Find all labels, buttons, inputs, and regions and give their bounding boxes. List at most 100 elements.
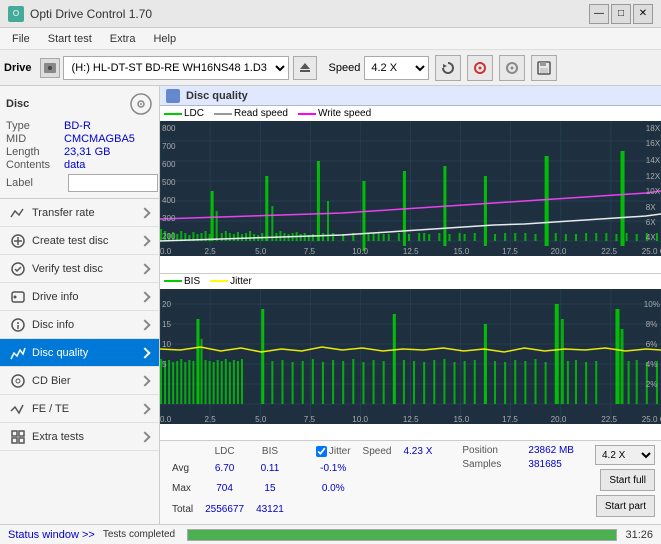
svg-text:16X: 16X	[646, 139, 661, 148]
sidebar-item-fe-te[interactable]: FE / TE	[0, 395, 159, 423]
bis-legend-label: BIS	[184, 276, 200, 287]
svg-text:15.0: 15.0	[454, 415, 470, 424]
nav-arrow	[139, 347, 150, 358]
verify-test-disc-icon	[10, 261, 26, 277]
save-button[interactable]	[531, 55, 557, 81]
svg-text:600: 600	[162, 160, 176, 169]
total-ldc: 2556677	[199, 499, 250, 520]
length-value: 23,31 GB	[64, 146, 110, 158]
sidebar-item-drive-info[interactable]: Drive info	[0, 283, 159, 311]
menu-help[interactable]: Help	[145, 31, 184, 47]
svg-text:20.0: 20.0	[551, 415, 567, 424]
svg-text:8X: 8X	[646, 203, 657, 212]
svg-text:18X: 18X	[646, 124, 661, 133]
menu-start-test[interactable]: Start test	[40, 31, 100, 47]
stats-row-max: Max 704 15 0.0%	[166, 479, 438, 500]
refresh-button[interactable]	[435, 55, 461, 81]
minimize-button[interactable]: —	[589, 4, 609, 24]
transfer-rate-icon	[10, 205, 26, 221]
svg-text:10X: 10X	[646, 187, 661, 196]
col-speed-header: Speed	[357, 445, 398, 458]
nav-label: Transfer rate	[32, 207, 95, 219]
cd-bier-icon	[10, 373, 26, 389]
disc-panel: Disc Type BD-R MID CMCMAGBA5 Length 23,3…	[0, 86, 159, 199]
drive-select[interactable]: (H:) HL-DT-ST BD-RE WH16NS48 1.D3	[63, 56, 289, 80]
avg-label: Avg	[166, 458, 199, 479]
sidebar-item-verify-test-disc[interactable]: Verify test disc	[0, 255, 159, 283]
completed-text: Tests completed	[103, 529, 179, 540]
total-empty	[290, 499, 310, 520]
svg-text:17.5: 17.5	[502, 247, 518, 256]
sidebar-item-disc-quality[interactable]: Disc quality	[0, 339, 159, 367]
nav-label: FE / TE	[32, 403, 69, 415]
svg-text:0.0: 0.0	[160, 247, 172, 256]
test-speed-select[interactable]: 4.2 XMax	[595, 445, 655, 465]
svg-text:12.5: 12.5	[403, 415, 419, 424]
upper-legend: LDC Read speed Write speed	[160, 106, 661, 121]
nav-arrow	[139, 263, 150, 274]
speed-label: Speed	[329, 62, 361, 74]
svg-text:400: 400	[162, 196, 176, 205]
status-window-button[interactable]: Status window >>	[0, 528, 103, 542]
nav-arrow	[139, 431, 150, 442]
avg-jitter: -0.1%	[310, 458, 357, 479]
svg-text:700: 700	[162, 142, 176, 151]
max-ldc: 704	[199, 479, 250, 500]
upper-chart: LDC Read speed Write speed	[160, 106, 661, 274]
lower-legend: BIS Jitter	[160, 274, 661, 289]
svg-text:12.5: 12.5	[403, 247, 419, 256]
menu-file[interactable]: File	[4, 31, 38, 47]
lower-chart: BIS Jitter	[160, 274, 661, 441]
sidebar-item-transfer-rate[interactable]: Transfer rate	[0, 199, 159, 227]
disc-label-input[interactable]	[68, 174, 158, 192]
svg-text:300: 300	[162, 214, 176, 223]
disc-panel-icon	[129, 92, 153, 116]
nav-label: Drive info	[32, 291, 78, 303]
charts-area: LDC Read speed Write speed	[160, 106, 661, 440]
svg-text:500: 500	[162, 178, 176, 187]
drive-info-icon	[10, 289, 26, 305]
svg-text:25.0 GB: 25.0 GB	[642, 247, 661, 256]
svg-text:4%: 4%	[646, 360, 658, 369]
contents-value: data	[64, 159, 85, 171]
start-full-button[interactable]: Start full	[600, 469, 655, 491]
speed-select[interactable]: 4.2 XMax8 X	[364, 56, 429, 80]
start-part-button[interactable]: Start part	[596, 495, 655, 517]
app-icon: O	[8, 6, 24, 22]
nav-label: Disc quality	[32, 347, 88, 359]
svg-text:14X: 14X	[646, 156, 661, 165]
col-speed-val: 4.23 X	[397, 445, 438, 458]
nav-label: Create test disc	[32, 235, 108, 247]
col-empty-header	[290, 445, 310, 458]
jitter-checkbox[interactable]	[316, 446, 327, 457]
svg-text:5.0: 5.0	[255, 247, 267, 256]
nav-arrow	[139, 235, 150, 246]
erase-button[interactable]	[499, 55, 525, 81]
ldc-legend-label: LDC	[184, 108, 204, 119]
close-button[interactable]: ✕	[633, 4, 653, 24]
total-jitter	[310, 499, 357, 520]
svg-text:10: 10	[162, 340, 172, 349]
svg-text:2.5: 2.5	[205, 247, 217, 256]
max-bis: 15	[250, 479, 290, 500]
svg-text:20: 20	[162, 300, 172, 309]
sidebar-item-extra-tests[interactable]: Extra tests	[0, 423, 159, 451]
max-jitter: 0.0%	[310, 479, 357, 500]
fe-te-icon	[10, 401, 26, 417]
content-area: Disc quality LDC Read speed Wri	[160, 86, 661, 524]
disc-button[interactable]	[467, 55, 493, 81]
sidebar-item-disc-info[interactable]: Disc info	[0, 311, 159, 339]
svg-text:200: 200	[162, 232, 176, 241]
read-speed-legend-label: Read speed	[234, 108, 288, 119]
drive-icon	[40, 58, 60, 78]
length-label: Length	[6, 146, 64, 158]
sidebar-item-cd-bier[interactable]: CD Bier	[0, 367, 159, 395]
status-time: 31:26	[625, 529, 661, 541]
svg-text:22.5: 22.5	[601, 247, 617, 256]
sidebar-item-create-test-disc[interactable]: Create test disc	[0, 227, 159, 255]
avg-bis: 0.11	[250, 458, 290, 479]
svg-text:5: 5	[162, 360, 167, 369]
menu-extra[interactable]: Extra	[102, 31, 144, 47]
maximize-button[interactable]: □	[611, 4, 631, 24]
eject-button[interactable]	[293, 56, 317, 80]
